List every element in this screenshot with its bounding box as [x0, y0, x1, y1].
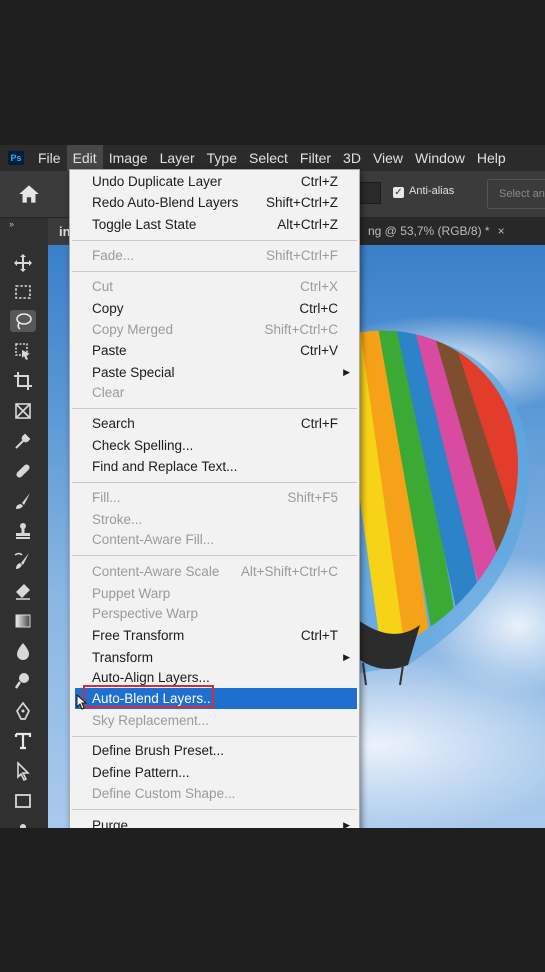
- mouse-cursor-icon: [76, 694, 88, 710]
- path-selection-tool-icon[interactable]: [10, 760, 36, 782]
- menu-item-define-brush-preset[interactable]: Define Brush Preset...: [70, 740, 359, 761]
- menu-item-toggle-last-state[interactable]: Toggle Last State Alt+Ctrl+Z: [70, 214, 359, 235]
- blur-tool-icon[interactable]: [10, 640, 36, 662]
- menu-type[interactable]: Type: [201, 145, 243, 171]
- clone-stamp-tool-icon[interactable]: [10, 520, 36, 542]
- menu-item-find-replace[interactable]: Find and Replace Text...: [70, 456, 359, 477]
- menu-separator: [72, 482, 357, 483]
- menu-item-sky-replacement: Sky Replacement...: [92, 713, 210, 728]
- healing-brush-tool-icon[interactable]: [10, 460, 36, 482]
- antialias-label: Anti-alias: [409, 185, 455, 197]
- move-tool-icon[interactable]: [10, 252, 36, 274]
- menu-item-copy[interactable]: Copy Ctrl+C: [70, 298, 359, 319]
- close-icon[interactable]: ×: [498, 224, 505, 238]
- document-tab-title: ng @ 53,7% (RGB/8) *: [368, 224, 490, 238]
- gradient-tool-icon[interactable]: [10, 610, 36, 632]
- menu-item-perspective-warp: Perspective Warp: [92, 606, 199, 621]
- menu-window[interactable]: Window: [409, 145, 471, 171]
- type-tool-icon[interactable]: [10, 730, 36, 752]
- menu-separator: [72, 736, 357, 737]
- menu-item-define-pattern[interactable]: Define Pattern...: [70, 762, 359, 783]
- tools-panel: »: [0, 218, 49, 828]
- photoshop-logo-icon: Ps: [8, 151, 24, 165]
- menu-item-define-custom-shape: Define Custom Shape...: [92, 786, 236, 801]
- history-brush-tool-icon[interactable]: [10, 550, 36, 572]
- menu-separator: [72, 555, 357, 556]
- menu-help[interactable]: Help: [471, 145, 512, 171]
- menu-item-transform[interactable]: Transform ▶: [70, 647, 359, 668]
- menu-layer[interactable]: Layer: [154, 145, 201, 171]
- marquee-tool-icon[interactable]: [10, 281, 36, 303]
- document-tab[interactable]: ng @ 53,7% (RGB/8) * ×: [368, 218, 505, 245]
- menu-item-paste-special[interactable]: Paste Special ▶: [70, 362, 359, 383]
- menu-item-content-aware-scale: Content-Aware Scale Alt+Shift+Ctrl+C: [92, 564, 338, 579]
- menu-item-purge[interactable]: Purge ▶: [70, 815, 359, 828]
- collapse-panel-icon[interactable]: »: [9, 219, 14, 229]
- menu-item-undo[interactable]: Undo Duplicate Layer Ctrl+Z: [70, 171, 359, 192]
- menu-item-stroke: Stroke...: [92, 512, 143, 527]
- submenu-arrow-icon: ▶: [343, 652, 350, 662]
- menu-item-fade: Fade... Shift+Ctrl+F: [92, 248, 338, 263]
- menu-item-search[interactable]: Search Ctrl+F: [70, 413, 359, 434]
- select-and-mask-button[interactable]: Select an: [487, 179, 545, 209]
- eraser-tool-icon[interactable]: [10, 580, 36, 602]
- menu-select[interactable]: Select: [243, 145, 294, 171]
- menu-item-redo[interactable]: Redo Auto-Blend Layers Shift+Ctrl+Z: [70, 192, 359, 213]
- antialias-checkbox[interactable]: ✓: [393, 187, 404, 198]
- menu-edit[interactable]: Edit: [66, 145, 103, 171]
- menu-separator: [72, 809, 357, 810]
- brush-tool-icon[interactable]: [10, 490, 36, 512]
- dodge-tool-icon[interactable]: [10, 670, 36, 692]
- frame-tool-icon[interactable]: [10, 400, 36, 422]
- menu-view[interactable]: View: [367, 145, 409, 171]
- menu-item-cut: Cut Ctrl+X: [92, 279, 338, 294]
- menu-separator: [72, 271, 357, 272]
- submenu-arrow-icon: ▶: [343, 367, 350, 377]
- object-selection-tool-icon[interactable]: [10, 340, 36, 362]
- menu-bar: Ps File Edit Image Layer Type Select Fil…: [0, 145, 545, 171]
- pen-tool-icon[interactable]: [10, 700, 36, 722]
- highlight-annotation-box: [83, 685, 214, 708]
- crop-tool-icon[interactable]: [10, 370, 36, 392]
- menu-item-copy-merged: Copy Merged Shift+Ctrl+C: [92, 322, 338, 337]
- menu-item-free-transform[interactable]: Free Transform Ctrl+T: [70, 625, 359, 646]
- menu-separator: [72, 240, 357, 241]
- menu-separator: [72, 408, 357, 409]
- menu-3d[interactable]: 3D: [337, 145, 367, 171]
- menu-filter[interactable]: Filter: [294, 145, 337, 171]
- menu-item-content-aware-fill: Content-Aware Fill...: [92, 532, 215, 547]
- menu-file[interactable]: File: [32, 145, 67, 171]
- menu-item-puppet-warp: Puppet Warp: [92, 586, 171, 601]
- home-icon[interactable]: [16, 181, 42, 207]
- menu-item-check-spelling[interactable]: Check Spelling...: [70, 435, 359, 456]
- rectangle-tool-icon[interactable]: [10, 790, 36, 812]
- menu-item-paste[interactable]: Paste Ctrl+V: [70, 340, 359, 361]
- eyedropper-tool-icon[interactable]: [10, 430, 36, 452]
- menu-image[interactable]: Image: [103, 145, 154, 171]
- hand-tool-icon[interactable]: [10, 818, 36, 828]
- edit-menu-dropdown: Undo Duplicate Layer Ctrl+Z Redo Auto-Ble…: [69, 169, 360, 828]
- menu-item-fill: Fill... Shift+F5: [92, 490, 338, 505]
- menu-item-clear: Clear: [92, 385, 125, 400]
- photoshop-window: Ps File Edit Image Layer Type Select Fil…: [0, 145, 545, 828]
- submenu-arrow-icon: ▶: [343, 820, 350, 828]
- lasso-tool-icon[interactable]: [10, 310, 36, 332]
